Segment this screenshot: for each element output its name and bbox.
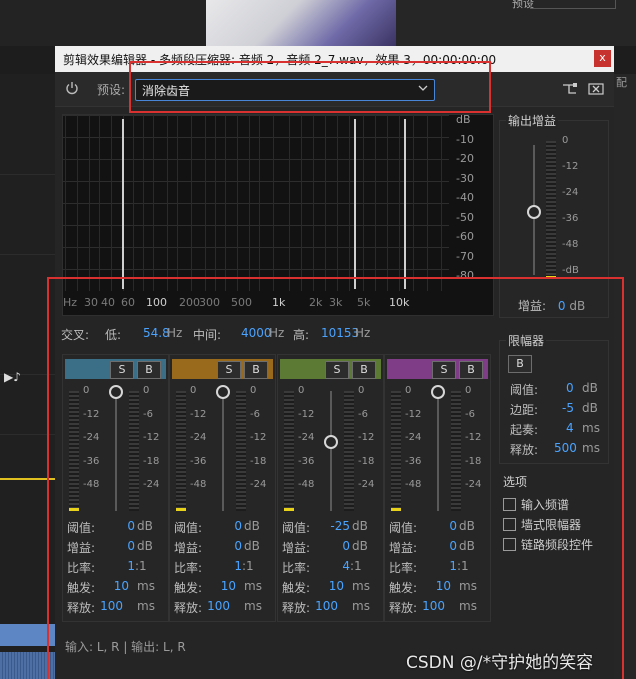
db-tick-label: -40 [456,191,474,204]
background-field [530,0,616,9]
power-icon[interactable] [65,81,79,95]
db-tick-label: -20 [456,152,474,165]
output-gain-tick: -36 [562,213,579,224]
background-panel [0,0,206,46]
graph-grid [63,115,449,291]
video-preview [206,0,396,46]
output-gain-tick: -12 [562,161,579,172]
output-gain-tick: -24 [562,187,579,198]
db-tick-label: -60 [456,230,474,243]
highlight-box-bands [47,277,624,679]
output-gain-tick: -dB [562,265,579,276]
timeline-tools-icon[interactable]: ▶♪ [4,370,21,384]
background-side-text: 配 [616,76,627,89]
watermark: CSDN @/*守护她的笑容 [406,653,594,673]
output-gain-meter [546,141,556,279]
output-gain-tick: -48 [562,239,579,250]
db-tick-label: -10 [456,132,474,146]
db-tick-label: -70 [456,249,474,263]
route-icon[interactable] [562,82,578,96]
db-tick-label: -50 [456,210,474,224]
db-tick-label: -30 [456,171,474,185]
close-button[interactable]: x [594,50,611,67]
clear-icon[interactable] [588,82,604,96]
highlight-box-preset [129,61,491,113]
preset-label: 预设: [97,83,126,97]
output-gain-title: 输出增益 [506,112,559,129]
output-gain-tick: 0 [562,135,569,146]
background-properties: 预设 [396,0,636,46]
db-tick-label: dB [456,113,471,126]
output-gain-knob[interactable] [527,205,541,219]
